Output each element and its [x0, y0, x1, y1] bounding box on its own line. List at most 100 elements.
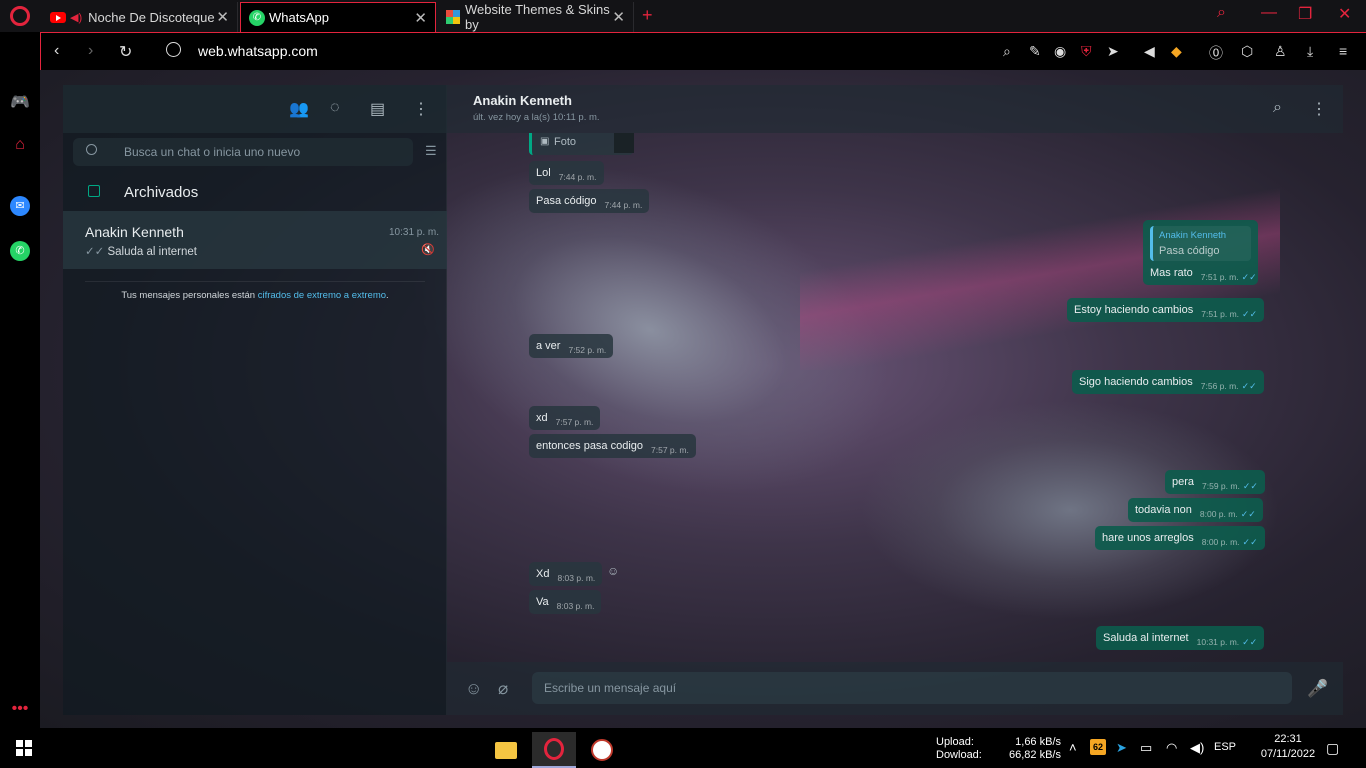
chat-list-item[interactable]: Anakin Kenneth 10:31 p. m. ✓✓ Saluda al … [63, 211, 447, 269]
message-incoming[interactable]: Pasa código 7:44 p. m. [529, 189, 650, 213]
message-incoming[interactable]: xd 7:57 p. m. [529, 406, 601, 430]
tab-noche-de-discoteque[interactable]: ◀) Noche De Discoteque ✕ [42, 2, 238, 32]
telegram-icon[interactable]: ➤ [1116, 740, 1127, 756]
tab-label: Noche De Discoteque [88, 9, 215, 25]
forward-button[interactable]: › [88, 42, 93, 60]
read-receipt-icon: ✓✓ [1242, 481, 1258, 491]
tab-website-themes[interactable]: Website Themes & Skins by ✕ [438, 2, 634, 32]
site-info-icon[interactable] [166, 42, 181, 57]
account-icon[interactable]: ♙ [1274, 43, 1287, 60]
cuphead-taskbar-button[interactable] [580, 732, 624, 768]
zoom-icon[interactable]: ⌕ [1003, 43, 1011, 60]
message-outgoing[interactable]: todavia non 8:00 p. m. ✓✓ [1128, 498, 1263, 522]
volume-icon[interactable]: ◀) [1190, 740, 1204, 756]
new-chat-icon[interactable]: ▤ [370, 99, 385, 119]
message-incoming[interactable]: entonces pasa codigo 7:57 p. m. [529, 434, 696, 458]
message-incoming[interactable]: a ver 7:52 p. m. [529, 334, 614, 358]
encryption-link[interactable]: cifrados de extremo a extremo [258, 290, 386, 301]
message-text: pera [1172, 476, 1195, 488]
whatsapp-sidebar-icon[interactable]: ✆ [10, 241, 30, 261]
extension-badge-icon[interactable]: ⓪ [1209, 43, 1223, 63]
close-tab-icon[interactable]: ✕ [414, 9, 427, 27]
messenger-icon[interactable]: ✉ [10, 196, 30, 216]
adblock-shield-icon[interactable]: ⛨ [1081, 43, 1092, 60]
url-field[interactable]: web.whatsapp.com [198, 43, 318, 59]
message-text: Lol [536, 167, 551, 179]
conversation-header[interactable]: Anakin Kenneth últ. vez hoy a la(s) 10:1… [447, 85, 1343, 133]
wifi-icon[interactable]: ◠ [1166, 740, 1177, 756]
filter-icon[interactable]: ☰ [425, 143, 437, 159]
themes-site-icon [446, 10, 460, 24]
message-time: 7:57 p. m. [651, 445, 689, 455]
chevron-up-icon[interactable]: ˄ [1069, 740, 1077, 755]
menu-icon[interactable]: ⋮ [413, 99, 429, 119]
opera-menu-icon[interactable] [10, 6, 30, 26]
tab-whatsapp[interactable]: ✆ WhatsApp ✕ [240, 2, 436, 32]
message-outgoing[interactable]: Sigo haciendo cambios 7:56 p. m. ✓✓ [1072, 370, 1264, 394]
communities-icon[interactable]: 👥 [289, 99, 309, 119]
download-icon[interactable]: ⤓ [1307, 43, 1313, 60]
windows-start-icon[interactable] [16, 740, 32, 756]
new-tab-button[interactable]: + [642, 5, 653, 26]
shopping-icon[interactable]: ⌂ [10, 136, 30, 156]
message-text: Saluda al internet [1103, 632, 1189, 644]
battery-icon[interactable]: ▭ [1140, 740, 1152, 756]
message-time: 7:51 p. m. [1201, 309, 1240, 319]
conversation-pane: Anakin Kenneth últ. vez hoy a la(s) 10:1… [447, 85, 1343, 715]
taskbar-clock[interactable]: 22:31 07/11/2022 [1258, 732, 1318, 762]
minimize-button[interactable]: — [1261, 4, 1277, 22]
extension-fox-icon[interactable]: ◆ [1171, 43, 1182, 60]
close-tab-icon[interactable]: ✕ [216, 8, 229, 26]
send-icon[interactable]: ➤ [1107, 43, 1119, 60]
message-outgoing[interactable]: hare unos arreglos 8:00 p. m. ✓✓ [1095, 526, 1265, 550]
message-text: Sigo haciendo cambios [1079, 376, 1193, 388]
close-window-button[interactable]: ✕ [1338, 4, 1351, 24]
quoted-message[interactable]: Anakin Kenneth Pasa código [1150, 226, 1251, 261]
extensions-cube-icon[interactable]: ⬡ [1241, 43, 1253, 60]
tray-app-badge[interactable]: 62 [1090, 739, 1106, 755]
photo-quote[interactable]: ▣ Foto [529, 133, 634, 155]
contact-name[interactable]: Anakin Kenneth [473, 93, 572, 108]
cuphead-icon [591, 739, 613, 761]
react-emoji-icon[interactable]: ☺ [607, 564, 619, 578]
search-input[interactable]: Busca un chat o inicia uno nuevo [124, 145, 300, 159]
reload-button[interactable]: ↻ [119, 42, 132, 62]
message-incoming[interactable]: Lol 7:44 p. m. [529, 161, 604, 185]
microphone-icon[interactable]: 🎤 [1307, 679, 1328, 699]
gaming-icon[interactable]: 🎮 [10, 92, 30, 112]
attach-icon[interactable]: ⌀ [498, 679, 508, 699]
snapshot-icon[interactable]: ◉ [1054, 43, 1066, 60]
chat-menu-icon[interactable]: ⋮ [1311, 99, 1327, 119]
message-text: Va [536, 596, 549, 608]
message-composer: ☺ ⌀ 🎤 [447, 662, 1343, 715]
input-language[interactable]: ESP [1214, 741, 1236, 753]
search-box[interactable]: Busca un chat o inicia uno nuevo [73, 138, 413, 166]
extension-k-icon[interactable]: ◀ [1144, 43, 1155, 60]
message-outgoing[interactable]: pera 7:59 p. m. ✓✓ [1165, 470, 1265, 494]
speaker-icon[interactable]: ◀) [70, 11, 82, 24]
edit-icon[interactable]: ✎ [1029, 43, 1041, 60]
status-icon[interactable]: ◌ [330, 99, 340, 117]
message-incoming[interactable]: Va 8:03 p. m. [529, 590, 602, 614]
close-tab-icon[interactable]: ✕ [612, 8, 625, 26]
opera-taskbar-button[interactable] [532, 732, 576, 768]
tab-search-icon[interactable]: ⌕ [1217, 4, 1226, 22]
notifications-icon[interactable]: ▢ [1326, 740, 1339, 757]
message-outgoing[interactable]: Estoy haciendo cambios 7:51 p. m. ✓✓ [1067, 298, 1265, 322]
clock-time: 22:31 [1274, 733, 1302, 745]
file-explorer-button[interactable] [484, 732, 528, 768]
emoji-icon[interactable]: ☺ [465, 679, 482, 699]
message-time: 8:03 p. m. [556, 601, 595, 611]
message-input[interactable] [532, 672, 1292, 704]
easy-setup-icon[interactable]: ≡ [1339, 43, 1347, 59]
photo-thumbnail [614, 133, 634, 153]
more-options-icon[interactable]: ••• [10, 700, 30, 720]
restore-button[interactable]: ❐ [1298, 4, 1312, 24]
back-button[interactable]: ‹ [54, 42, 59, 60]
archived-label[interactable]: Archivados [124, 184, 198, 201]
message-outgoing-reply[interactable]: Anakin Kenneth Pasa código Mas rato 7:51 … [1143, 220, 1258, 285]
message-incoming[interactable]: Xd 8:03 p. m. [529, 562, 603, 586]
message-outgoing[interactable]: Saluda al internet 10:31 p. m. ✓✓ [1096, 626, 1265, 650]
message-time: 7:56 p. m. [1200, 381, 1239, 391]
search-messages-icon[interactable]: ⌕ [1273, 99, 1282, 117]
